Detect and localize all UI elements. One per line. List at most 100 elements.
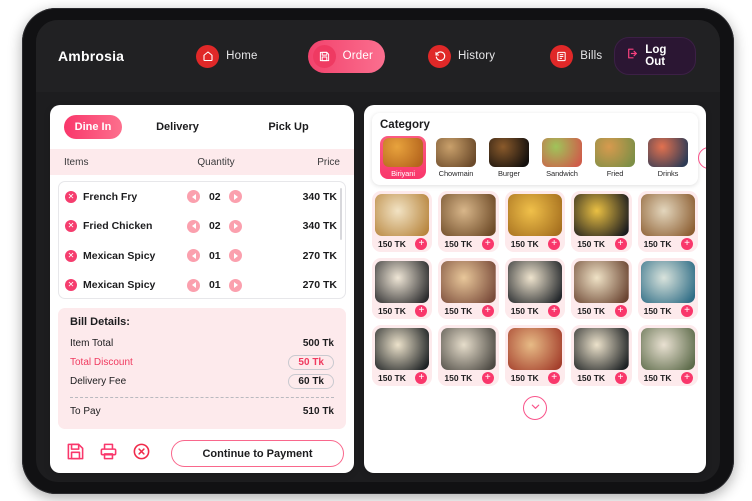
food-card[interactable]: 150 TK + xyxy=(438,258,499,319)
food-card[interactable]: 150 TK + xyxy=(637,325,698,386)
bill-row-to-pay: To Pay 510 Tk xyxy=(70,402,334,420)
nav-item-home[interactable]: Home xyxy=(191,40,269,73)
food-thumbnail xyxy=(574,261,629,303)
add-food-icon[interactable]: + xyxy=(415,238,428,250)
add-food-icon[interactable]: + xyxy=(548,372,561,384)
food-card[interactable]: 150 TK + xyxy=(372,325,433,386)
decrease-quantity-button[interactable] xyxy=(187,278,201,292)
food-price: 150 TK xyxy=(577,239,606,249)
food-card[interactable]: 150 TK + xyxy=(637,191,698,252)
food-card-footer: 150 TK + xyxy=(508,370,562,384)
food-card-footer: 150 TK + xyxy=(574,370,628,384)
add-food-icon[interactable]: + xyxy=(548,238,561,250)
add-food-icon[interactable]: + xyxy=(548,305,561,317)
table-row: ✕ Mexican Spicy 01 270 TK xyxy=(59,241,345,271)
food-price: 150 TK xyxy=(643,306,672,316)
nav-label-history: History xyxy=(458,50,496,62)
print-icon[interactable] xyxy=(99,442,118,466)
nav-item-bills[interactable]: Bills xyxy=(545,40,614,73)
add-food-icon[interactable]: + xyxy=(614,372,627,384)
history-icon xyxy=(428,44,452,68)
add-food-icon[interactable]: + xyxy=(681,238,693,250)
food-card[interactable]: 150 TK + xyxy=(637,258,698,319)
bill-row-value[interactable]: 60 Tk xyxy=(288,374,334,389)
tab-pick-up[interactable]: Pick Up xyxy=(233,121,344,133)
bill-row-value[interactable]: 50 Tk xyxy=(288,355,334,370)
increase-quantity-button[interactable] xyxy=(229,219,243,233)
food-card[interactable]: 150 TK + xyxy=(438,325,499,386)
food-price: 150 TK xyxy=(643,239,672,249)
food-card[interactable]: 150 TK + xyxy=(372,191,433,252)
category-next-button[interactable] xyxy=(698,146,706,169)
decrease-quantity-button[interactable] xyxy=(187,219,201,233)
food-price: 150 TK xyxy=(577,373,606,383)
food-card-footer: 150 TK + xyxy=(574,236,628,250)
category-item-sandwich[interactable]: Sandwich xyxy=(539,136,585,179)
order-panel: Dine In Delivery Pick Up Items Quantity … xyxy=(50,105,354,473)
food-thumbnail xyxy=(375,194,430,236)
items-scrollbar[interactable] xyxy=(339,188,342,240)
food-thumbnail xyxy=(507,261,563,303)
tab-dine-in[interactable]: Dine In xyxy=(64,115,122,139)
continue-to-payment-button[interactable]: Continue to Payment xyxy=(171,440,344,467)
nav-item-order[interactable]: Order xyxy=(307,39,386,73)
chevron-down-icon xyxy=(530,399,541,417)
order-item-name-cell: ✕ Mexican Spicy xyxy=(65,249,171,262)
order-action-bar: Continue to Payment xyxy=(50,429,354,467)
save-order-icon[interactable] xyxy=(66,442,85,466)
nav-item-history[interactable]: History xyxy=(423,40,507,73)
category-item-biriyani[interactable]: Biriyani xyxy=(380,136,426,179)
category-item-chowmain[interactable]: Chowmain xyxy=(433,136,479,179)
decrease-quantity-button[interactable] xyxy=(187,190,201,204)
category-item-drinks[interactable]: Drinks xyxy=(645,136,691,179)
order-item-name-cell: ✕ Fried Chicken xyxy=(65,220,171,233)
add-food-icon[interactable]: + xyxy=(481,372,494,384)
food-card[interactable]: 150 TK + xyxy=(571,258,632,319)
increase-quantity-button[interactable] xyxy=(229,278,243,292)
food-card[interactable]: 150 TK + xyxy=(504,258,566,319)
chevron-right-icon xyxy=(704,149,706,167)
tab-delivery[interactable]: Delivery xyxy=(122,121,233,133)
remove-item-icon[interactable]: ✕ xyxy=(65,249,77,262)
food-card[interactable]: 150 TK + xyxy=(571,325,632,386)
food-card-footer: 150 TK + xyxy=(375,303,429,317)
bill-row: Item Total 500 Tk xyxy=(70,334,334,353)
order-item-name: Mexican Spicy xyxy=(83,249,156,262)
category-item-fried[interactable]: Fried xyxy=(592,136,638,179)
to-pay-label: To Pay xyxy=(70,405,101,417)
add-food-icon[interactable]: + xyxy=(415,305,428,317)
category-item-burger[interactable]: Burger xyxy=(486,136,532,179)
add-food-icon[interactable]: + xyxy=(481,238,494,250)
food-thumbnail xyxy=(441,194,496,236)
content-area: Dine In Delivery Pick Up Items Quantity … xyxy=(36,92,720,482)
increase-quantity-button[interactable] xyxy=(229,249,243,263)
food-card-footer: 150 TK + xyxy=(641,370,695,384)
order-item-name: French Fry xyxy=(83,190,138,203)
receipt-icon xyxy=(550,44,574,68)
food-thumbnail xyxy=(640,194,695,236)
food-card[interactable]: 150 TK + xyxy=(504,191,566,252)
cancel-icon[interactable] xyxy=(132,442,151,466)
food-card[interactable]: 150 TK + xyxy=(571,191,632,252)
food-card[interactable]: 150 TK + xyxy=(372,258,433,319)
logout-button[interactable]: Log Out xyxy=(614,37,696,75)
category-label: Sandwich xyxy=(546,169,578,178)
category-thumbnail xyxy=(542,138,582,167)
increase-quantity-button[interactable] xyxy=(229,190,243,204)
remove-item-icon[interactable]: ✕ xyxy=(65,190,77,203)
food-thumbnail xyxy=(375,261,430,303)
scroll-more-button[interactable] xyxy=(523,396,547,420)
add-food-icon[interactable]: + xyxy=(415,372,428,384)
table-row: ✕ French Fry 02 340 TK xyxy=(59,182,345,212)
add-food-icon[interactable]: + xyxy=(614,238,627,250)
food-card[interactable]: 150 TK + xyxy=(504,325,566,386)
remove-item-icon[interactable]: ✕ xyxy=(65,279,77,292)
food-card[interactable]: 150 TK + xyxy=(438,191,499,252)
decrease-quantity-button[interactable] xyxy=(187,249,201,263)
add-food-icon[interactable]: + xyxy=(614,305,627,317)
remove-item-icon[interactable]: ✕ xyxy=(65,220,77,233)
food-card-footer: 150 TK + xyxy=(375,236,429,250)
add-food-icon[interactable]: + xyxy=(481,305,494,317)
add-food-icon[interactable]: + xyxy=(681,372,693,384)
add-food-icon[interactable]: + xyxy=(681,305,693,317)
